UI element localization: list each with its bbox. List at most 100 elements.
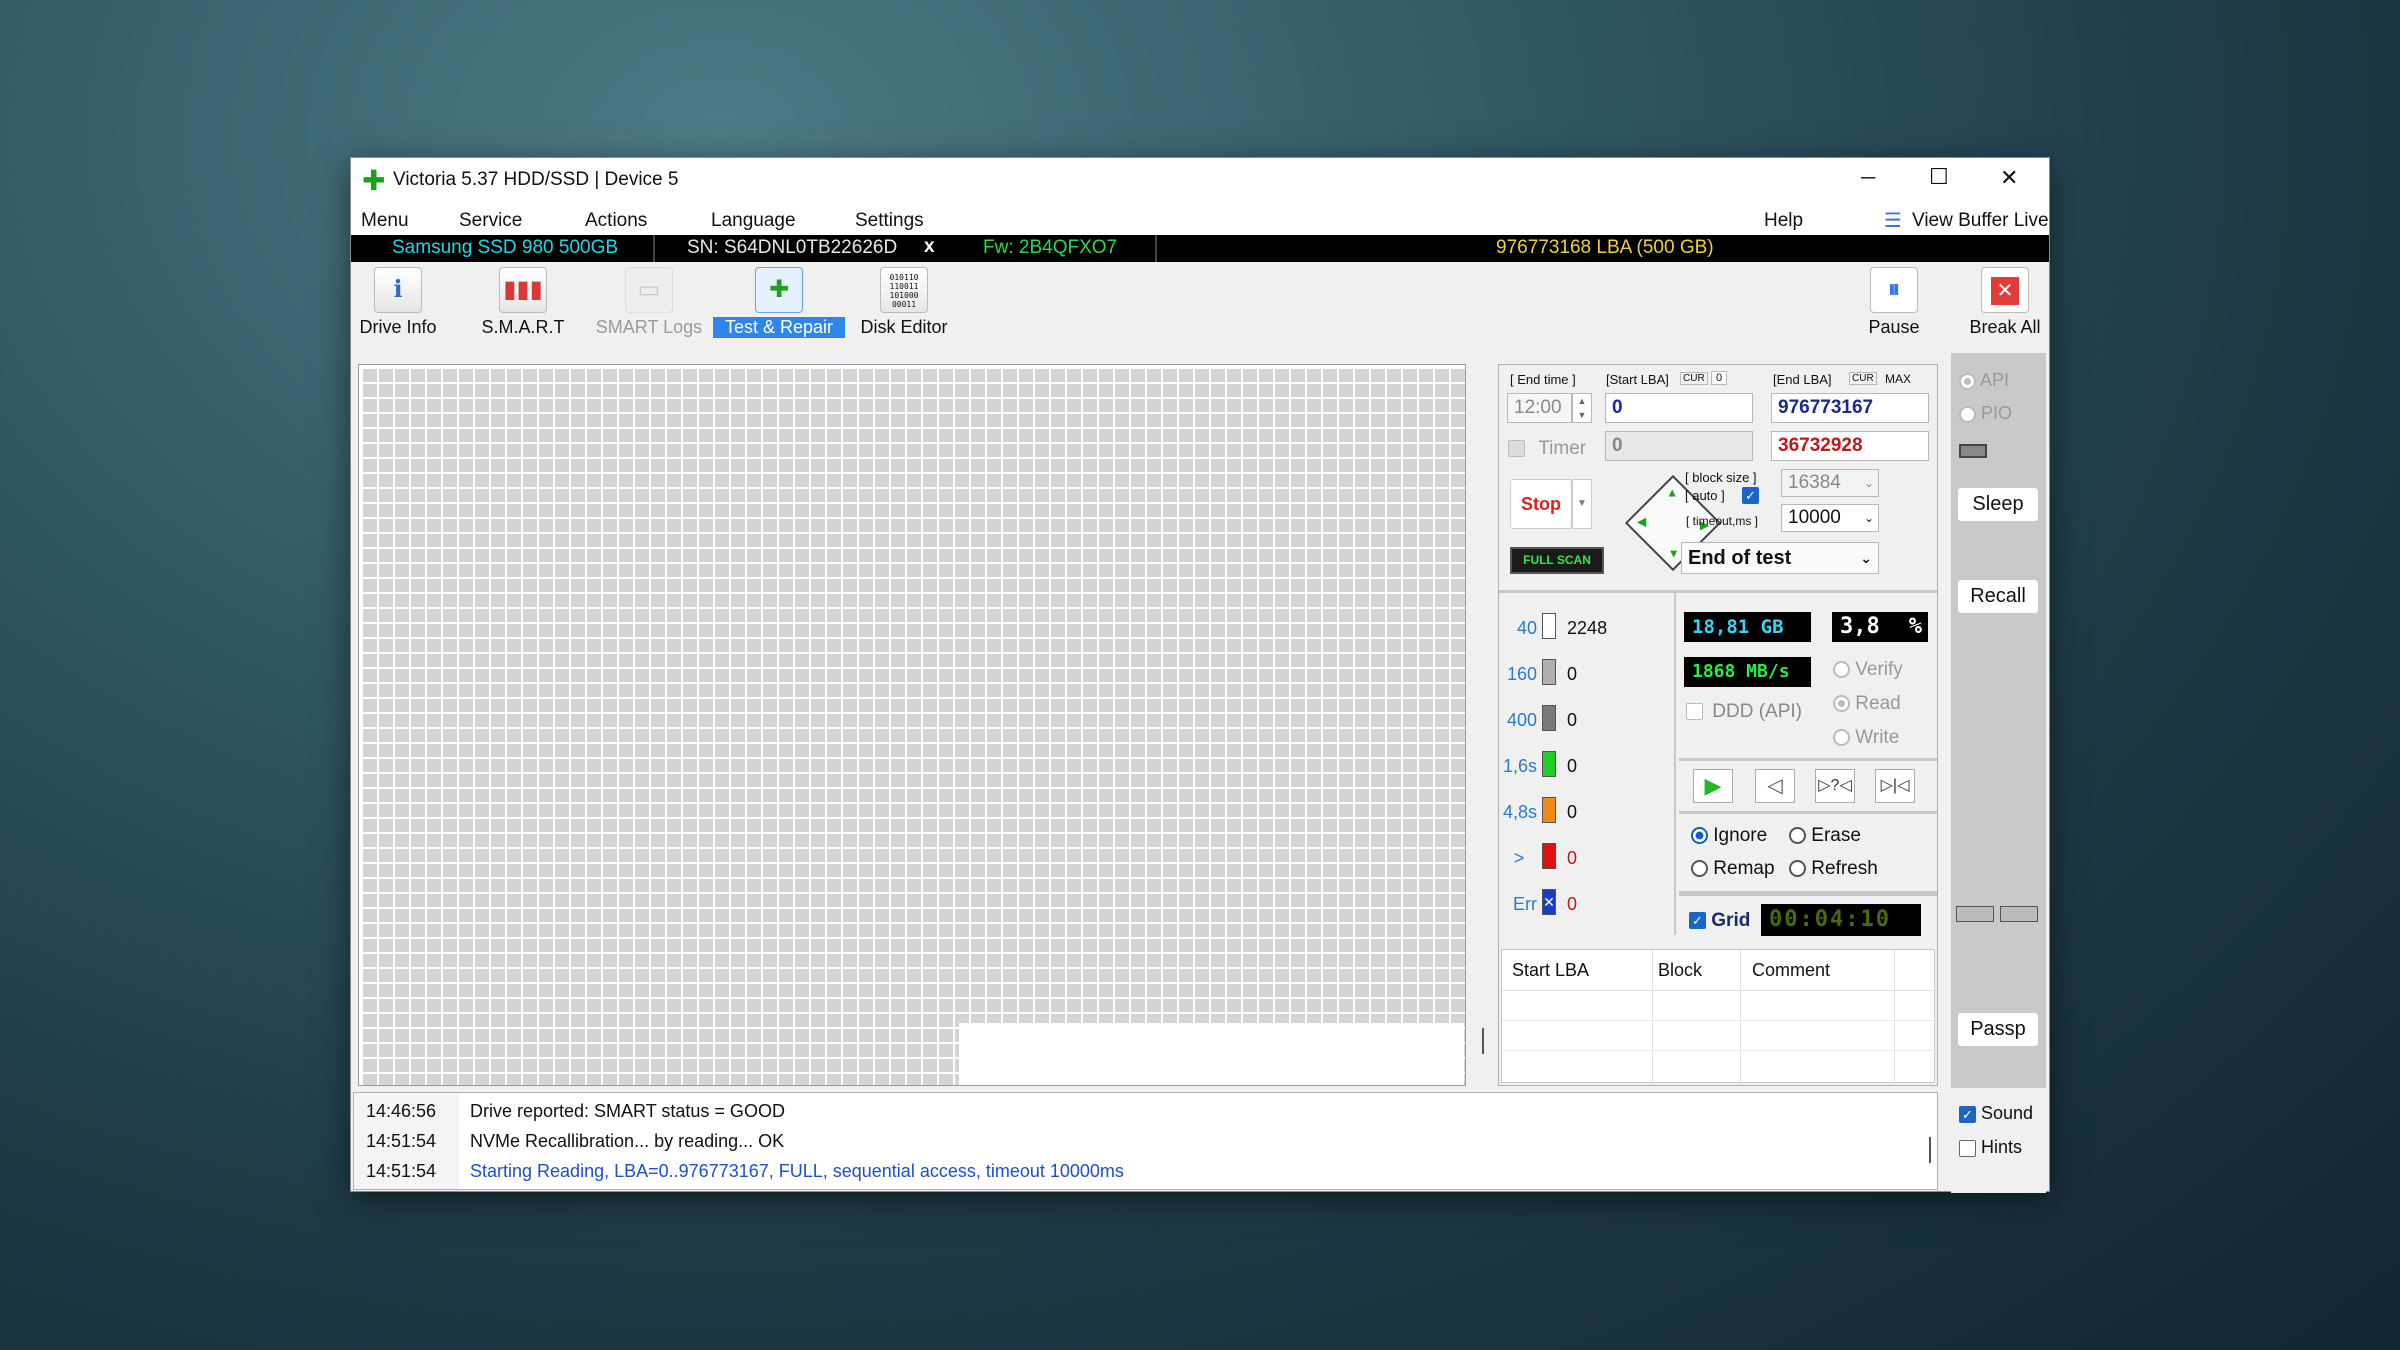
binary-icon: 010110 110011 101000 00011 [880,267,928,313]
break-all-button[interactable]: ✕ Break All [1964,267,2046,338]
drive-info-button[interactable]: ℹ Drive Info [358,267,438,338]
maximize-icon[interactable]: ☐ [1929,164,1949,190]
skip-unknown-icon[interactable]: ▷?◁ [1815,769,1855,803]
elapsed-timer: 00:04:10 [1761,904,1921,936]
table-header-block[interactable]: Block [1658,960,1702,981]
latency-bar [1542,751,1557,777]
menu-item-service[interactable]: Service [459,210,522,232]
pause-icon: ⏸ [1870,267,1918,313]
start-lba-input[interactable]: 0 [1605,393,1753,423]
device-info-bar: Samsung SSD 980 500GB SN: S64DNL0TB22626… [351,235,2049,262]
pio-radio[interactable]: PIO [1959,403,2012,424]
full-scan-button[interactable]: FULL SCAN [1510,547,1604,574]
log-panel: 14:46:56 Drive reported: SMART status = … [353,1092,1938,1190]
grid-scrollbar-handle[interactable] [1482,1028,1484,1054]
test-repair-button[interactable]: ✚ Test & Repair [713,267,845,338]
row-sep [1502,990,1936,991]
block-size-select[interactable]: 16384 ⌄ [1781,469,1879,497]
block-size-value: 16384 [1788,472,1841,493]
latency-bar [1542,659,1557,685]
small-button-left[interactable] [1956,906,1994,922]
menu-item-settings[interactable]: Settings [855,210,924,232]
small-button-right[interactable] [2000,906,2038,922]
log-scrollbar-handle[interactable] [1929,1137,1931,1163]
ddd-label: DDD (API) [1712,701,1803,722]
write-label: Write [1855,727,1900,748]
device-model[interactable]: Samsung SSD 980 500GB [392,237,618,259]
desktop: ✚ Victoria 5.37 HDD/SSD | Device 5 ─ ☐ ✕… [0,0,2400,1350]
latency-count: 0 [1567,894,1578,914]
menu-item-actions[interactable]: Actions [585,210,647,232]
latency-bar [1542,613,1557,639]
passp-button[interactable]: Passp [1957,1012,2039,1047]
verify-radio[interactable]: Verify [1833,659,1903,681]
table-header-comment[interactable]: Comment [1752,960,1830,981]
table-header-start-lba[interactable]: Start LBA [1512,960,1589,981]
menu-item-help[interactable]: Help [1764,210,1803,232]
menu-item-language[interactable]: Language [711,210,796,232]
grid-label: Grid [1711,910,1751,931]
sound-checkbox[interactable]: ✓ Sound [1959,1103,2033,1124]
pause-button[interactable]: ⏸ Pause [1854,267,1934,338]
speed-readout: 1868 MB/s [1684,657,1811,687]
hints-checkbox[interactable]: Hints [1959,1137,2022,1158]
latency-label: 4,8s [1502,802,1537,822]
latency-count: 0 [1567,802,1578,822]
smart-logs-button[interactable]: ▭ SMART Logs [594,267,704,338]
sound-label: Sound [1981,1103,2034,1123]
play-button[interactable]: ▶ [1693,769,1733,803]
toolbar: ℹ Drive Info ▮▮▮ S.M.A.R.T ▭ SMART Logs … [351,262,2049,344]
disk-editor-button[interactable]: 010110 110011 101000 00011 Disk Editor [856,267,952,338]
minimize-icon[interactable]: ─ [1861,167,1875,190]
full-scan-label: FULL SCAN [1523,553,1591,567]
checkbox-icon [1686,703,1703,721]
log-time: 14:51:54 [366,1131,437,1151]
grid-checkbox[interactable]: ✓ Grid [1689,910,1750,932]
stop-dropdown[interactable]: ▼ [1572,479,1592,529]
api-radio[interactable]: API [1959,370,2009,391]
timeout-select[interactable]: 10000 ⌄ [1781,504,1879,532]
menu-item-menu[interactable]: Menu [361,210,409,232]
chevron-down-icon: ⌄ [1860,550,1872,566]
max-button[interactable]: MAX [1885,372,1911,386]
drive-info-icon: ℹ [374,267,422,313]
auto-checkbox[interactable]: ✓ [1742,487,1759,504]
view-buffer-live-button[interactable]: View Buffer Live [1912,210,2049,232]
scan-block-grid [361,367,1465,1085]
end-lba-input[interactable]: 976773167 [1771,393,1929,423]
skip-to-end-icon[interactable]: ▷|◁ [1875,769,1915,803]
sleep-button[interactable]: Sleep [1957,487,2039,522]
title-bar[interactable]: ✚ Victoria 5.37 HDD/SSD | Device 5 ─ ☐ ✕ [351,158,2049,204]
ddd-api-checkbox[interactable]: DDD (API) [1686,701,1802,723]
write-radio[interactable]: Write [1833,727,1899,749]
info-separator [653,235,655,262]
close-device-button[interactable]: x [924,236,935,258]
latency-label: > [1513,848,1525,868]
erase-radio[interactable]: Erase [1789,825,1861,847]
radio-icon [1691,827,1708,845]
smart-logs-label: SMART Logs [595,317,703,337]
percent-readout: 3,8 % [1832,612,1928,642]
refresh-radio[interactable]: Refresh [1789,858,1878,880]
rewind-icon[interactable]: ◁ [1755,769,1795,803]
close-icon[interactable]: ✕ [2000,165,2018,191]
remap-radio[interactable]: Remap [1691,858,1775,880]
end-time-spinner[interactable]: ▲ ▼ [1572,393,1592,423]
timer-input[interactable]: 0 [1605,431,1753,461]
timer-checkbox[interactable]: Timer [1508,438,1586,460]
end-time-input[interactable]: 12:00 [1507,393,1572,423]
end-action-select[interactable]: End of test ⌄ [1681,542,1879,574]
stop-button[interactable]: Stop [1510,479,1572,529]
read-radio[interactable]: Read [1833,693,1901,715]
device-serial: SN: S64DNL0TB22626D [687,237,898,258]
smart-chart-icon: ▮▮▮ [499,267,547,313]
ignore-radio[interactable]: Ignore [1691,825,1767,847]
current-lba-field: 36732928 [1771,431,1929,461]
percent-value: 3,8 [1840,614,1880,639]
recall-button[interactable]: Recall [1957,579,2039,614]
smart-button[interactable]: ▮▮▮ S.M.A.R.T [477,267,569,338]
info-separator [1155,235,1157,262]
radio-icon [1833,695,1850,713]
cur2-label[interactable]: CUR [1849,372,1877,385]
smart-logs-icon: ▭ [625,267,673,313]
